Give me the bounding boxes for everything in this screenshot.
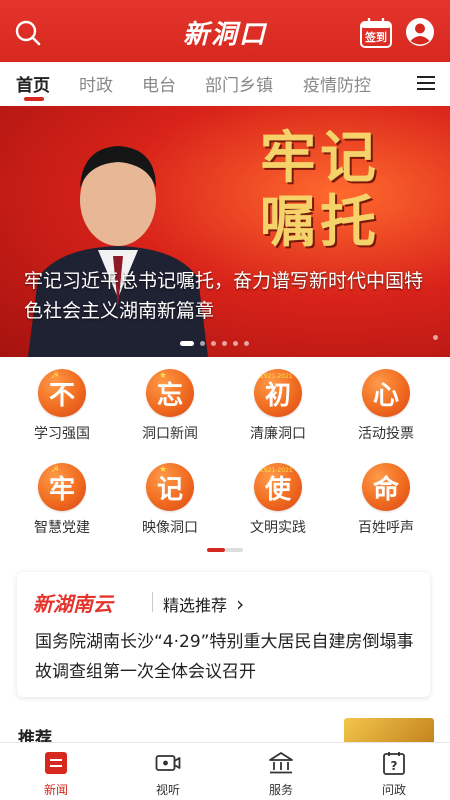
carousel-dots bbox=[180, 333, 255, 346]
banner-slogan: 牢记 嘱托 bbox=[255, 126, 385, 254]
svg-text:?: ? bbox=[391, 759, 398, 773]
banner-caption: 牢记习近平总书记嘱托，奋力谱写新时代中国特色社会主义湖南新篇章 bbox=[24, 270, 424, 322]
user-avatar-icon[interactable] bbox=[405, 17, 435, 47]
tab-radio[interactable]: 电台 bbox=[142, 71, 176, 96]
carousel-dot-active bbox=[180, 341, 194, 346]
party-emblem-icon: ☭ 不 bbox=[38, 369, 86, 417]
grid-label: 智慧党建 bbox=[34, 520, 90, 536]
nav-inquiry[interactable]: ? 问政 bbox=[338, 743, 450, 800]
inquiry-icon: ? bbox=[383, 752, 405, 775]
grid-label: 清廉洞口 bbox=[250, 426, 306, 442]
nav-media[interactable]: 视听 bbox=[112, 743, 224, 800]
page-indicator-active bbox=[207, 548, 225, 552]
grid-item-civilization[interactable]: 1921-2021 使 文明实践 bbox=[224, 451, 332, 541]
tab-epidemic[interactable]: 疫情防控 bbox=[303, 71, 371, 96]
nav-label: 服务 bbox=[268, 783, 293, 797]
signin-label: 签到 bbox=[365, 31, 387, 44]
card-headline[interactable]: 国务院湖南长沙“4·29”特别重大居民自建房倒塌事故调查组第一次全体会议召开 bbox=[35, 627, 420, 687]
carousel-dot bbox=[244, 341, 249, 346]
service-icon bbox=[269, 752, 293, 774]
app-screen: 新洞口 签到 首页 时政 电台 部门乡镇 疫情防控 牢记 嘱托 牢记习近平总书记… bbox=[0, 0, 450, 800]
divider bbox=[152, 592, 153, 612]
grid-label: 洞口新闻 bbox=[142, 426, 198, 442]
page-indicator-inactive bbox=[225, 548, 243, 552]
star-emblem-icon: ★ 忘 bbox=[146, 369, 194, 417]
tabs-fade bbox=[380, 62, 416, 106]
grid-item-news[interactable]: ★ 忘 洞口新闻 bbox=[116, 357, 224, 447]
grid-item-public-voice[interactable]: 命 百姓呼声 bbox=[332, 451, 440, 541]
nav-label: 新闻 bbox=[43, 783, 68, 797]
star-emblem-icon: ★ 记 bbox=[146, 463, 194, 511]
channel-tabs: 首页 时政 电台 部门乡镇 疫情防控 bbox=[0, 62, 450, 106]
video-icon bbox=[155, 755, 181, 771]
life-char-icon: 命 bbox=[362, 463, 410, 511]
grid-item-video[interactable]: ★ 记 映像洞口 bbox=[116, 451, 224, 541]
hero-banner[interactable]: 牢记 嘱托 牢记习近平总书记嘱托，奋力谱写新时代中国特色社会主义湖南新篇章 bbox=[0, 106, 450, 357]
tab-departments[interactable]: 部门乡镇 bbox=[205, 71, 273, 96]
nav-news[interactable]: 新闻 bbox=[0, 743, 112, 800]
carousel-dot bbox=[222, 341, 227, 346]
nav-label: 问政 bbox=[381, 783, 406, 797]
chevron-right-icon: › bbox=[236, 592, 245, 616]
active-tab-indicator bbox=[24, 97, 44, 101]
grid-item-vote[interactable]: 心 活动投票 bbox=[332, 357, 440, 447]
grid-item-party-building[interactable]: ☭ 牢 智慧党建 bbox=[8, 451, 116, 541]
tab-politics[interactable]: 时政 bbox=[79, 71, 113, 96]
nav-service[interactable]: 服务 bbox=[225, 743, 337, 800]
grid-label: 映像洞口 bbox=[142, 520, 198, 536]
nav-label: 视听 bbox=[155, 783, 180, 797]
menu-icon[interactable] bbox=[417, 74, 435, 92]
top-header: 新洞口 签到 bbox=[0, 0, 450, 62]
section-title-text: 精选推荐 bbox=[163, 596, 228, 615]
carousel-dot bbox=[233, 341, 238, 346]
party-emblem-icon: ☭ 牢 bbox=[38, 463, 86, 511]
grid-label: 活动投票 bbox=[358, 426, 414, 442]
grid-item-integrity[interactable]: 1921-2021 初 清廉洞口 bbox=[224, 357, 332, 447]
carousel-dot bbox=[433, 335, 438, 340]
signin-button[interactable]: 签到 bbox=[360, 17, 392, 48]
carousel-dot bbox=[200, 341, 205, 346]
centenary-icon: 1921-2021 初 bbox=[254, 369, 302, 417]
grid-label: 学习强国 bbox=[34, 426, 90, 442]
tab-home[interactable]: 首页 bbox=[16, 71, 50, 96]
heart-char-icon: 心 bbox=[362, 369, 410, 417]
featured-card[interactable]: 新湖南云 精选推荐 › 国务院湖南长沙“4·29”特别重大居民自建房倒塌事故调查… bbox=[17, 572, 430, 697]
grid-label: 百姓呼声 bbox=[358, 520, 414, 536]
feature-grid: ☭ 不 学习强国 ★ 忘 洞口新闻 1921-2021 初 清廉洞口 心 活动投票 ☭… bbox=[0, 357, 450, 567]
news-icon bbox=[45, 752, 67, 774]
grid-item-study[interactable]: ☭ 不 学习强国 bbox=[8, 357, 116, 447]
slogan-line-2: 嘱托 bbox=[260, 189, 380, 255]
bottom-navigation: 新闻 视听 服务 ? 问政 bbox=[0, 742, 450, 800]
carousel-dot bbox=[211, 341, 216, 346]
section-title[interactable]: 精选推荐 › bbox=[163, 592, 244, 616]
slogan-line-1: 牢记 bbox=[260, 125, 380, 191]
centenary-icon: 1921-2021 使 bbox=[254, 463, 302, 511]
brand-logo: 新湖南云 bbox=[33, 592, 113, 616]
grid-label: 文明实践 bbox=[250, 520, 306, 536]
